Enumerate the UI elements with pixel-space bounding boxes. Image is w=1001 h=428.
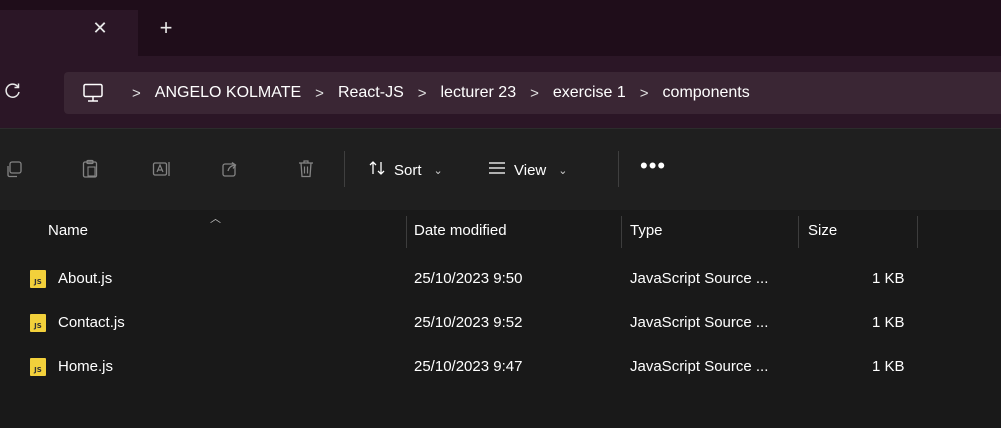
chevron-down-icon: ⌄ (558, 164, 568, 177)
file-size: 1 KB (872, 358, 905, 375)
file-explorer-window: ✕ + > ANGELO KOLMATE > React-JS > lectur… (0, 0, 1001, 428)
command-bar: Sort ⌄ View ⌄ ••• (0, 128, 1001, 211)
toolbar-divider (344, 151, 345, 187)
sort-label: Sort (394, 161, 422, 179)
column-divider[interactable] (406, 216, 407, 248)
breadcrumb-item-components[interactable]: components (663, 84, 750, 102)
file-date: 25/10/2023 9:52 (414, 314, 523, 331)
file-row[interactable]: JS Contact.js 25/10/2023 9:52 JavaScript… (0, 304, 1001, 344)
breadcrumb-item-exercise-1[interactable]: exercise 1 (553, 84, 626, 102)
share-icon[interactable] (220, 159, 240, 179)
delete-icon[interactable] (296, 159, 316, 179)
column-divider[interactable] (917, 216, 918, 248)
paste-icon[interactable] (80, 159, 100, 179)
breadcrumb-separator[interactable]: > (640, 85, 649, 102)
file-name: Home.js (58, 358, 114, 375)
view-button[interactable]: View ⌄ (488, 156, 567, 184)
file-name: Contact.js (58, 314, 125, 331)
view-label: View (514, 161, 547, 179)
file-row[interactable]: JS Home.js 25/10/2023 9:47 JavaScript So… (0, 348, 1001, 388)
sort-button[interactable]: Sort ⌄ (368, 156, 443, 184)
close-tab-icon[interactable]: ✕ (86, 14, 114, 42)
file-row[interactable]: JS About.js 25/10/2023 9:50 JavaScript S… (0, 260, 1001, 300)
column-divider[interactable] (798, 216, 799, 248)
this-pc-icon[interactable] (82, 82, 104, 104)
address-row: > ANGELO KOLMATE > React-JS > lecturer 2… (0, 56, 1001, 128)
breadcrumb-separator[interactable]: > (530, 85, 539, 102)
file-date: 25/10/2023 9:50 (414, 270, 523, 287)
js-file-icon: JS (30, 314, 46, 332)
breadcrumb-separator[interactable]: > (132, 85, 141, 102)
column-header-type[interactable]: Type (630, 222, 663, 239)
file-list: Name ︿ Date modified Type Size JS About.… (0, 210, 1001, 428)
file-type: JavaScript Source ... (630, 270, 769, 287)
file-type: JavaScript Source ... (630, 358, 769, 375)
more-options-button[interactable]: ••• (640, 155, 666, 177)
file-name: About.js (58, 270, 113, 287)
toolbar-divider (618, 151, 619, 187)
column-header-name[interactable]: Name (48, 222, 88, 239)
copy-icon[interactable] (4, 159, 24, 179)
tab-strip: ✕ + (0, 0, 1001, 56)
file-type: JavaScript Source ... (630, 314, 769, 331)
refresh-icon[interactable] (0, 78, 26, 104)
column-divider[interactable] (621, 216, 622, 248)
breadcrumb-item-react-js[interactable]: React-JS (338, 84, 404, 102)
view-icon (488, 161, 506, 179)
rename-icon[interactable] (152, 159, 172, 179)
column-header-date-modified[interactable]: Date modified (414, 222, 507, 239)
breadcrumb-item-lecturer-23[interactable]: lecturer 23 (441, 84, 517, 102)
js-file-icon: JS (30, 270, 46, 288)
address-bar[interactable]: > ANGELO KOLMATE > React-JS > lecturer 2… (64, 72, 1001, 114)
sort-icon (368, 159, 386, 181)
file-size: 1 KB (872, 270, 905, 287)
chevron-down-icon: ⌄ (433, 164, 443, 177)
breadcrumb-separator[interactable]: > (418, 85, 427, 102)
column-header-row: Name ︿ Date modified Type Size (0, 210, 1001, 252)
breadcrumb-separator[interactable]: > (315, 85, 324, 102)
file-size: 1 KB (872, 314, 905, 331)
active-tab[interactable] (0, 10, 138, 56)
js-file-icon: JS (30, 358, 46, 376)
sort-ascending-icon: ︿ (210, 213, 221, 225)
breadcrumb-item-angelo-kolmate[interactable]: ANGELO KOLMATE (155, 84, 301, 102)
column-header-size[interactable]: Size (808, 222, 837, 239)
new-tab-icon[interactable]: + (152, 14, 180, 42)
file-date: 25/10/2023 9:47 (414, 358, 523, 375)
breadcrumb: > ANGELO KOLMATE > React-JS > lecturer 2… (82, 72, 750, 114)
